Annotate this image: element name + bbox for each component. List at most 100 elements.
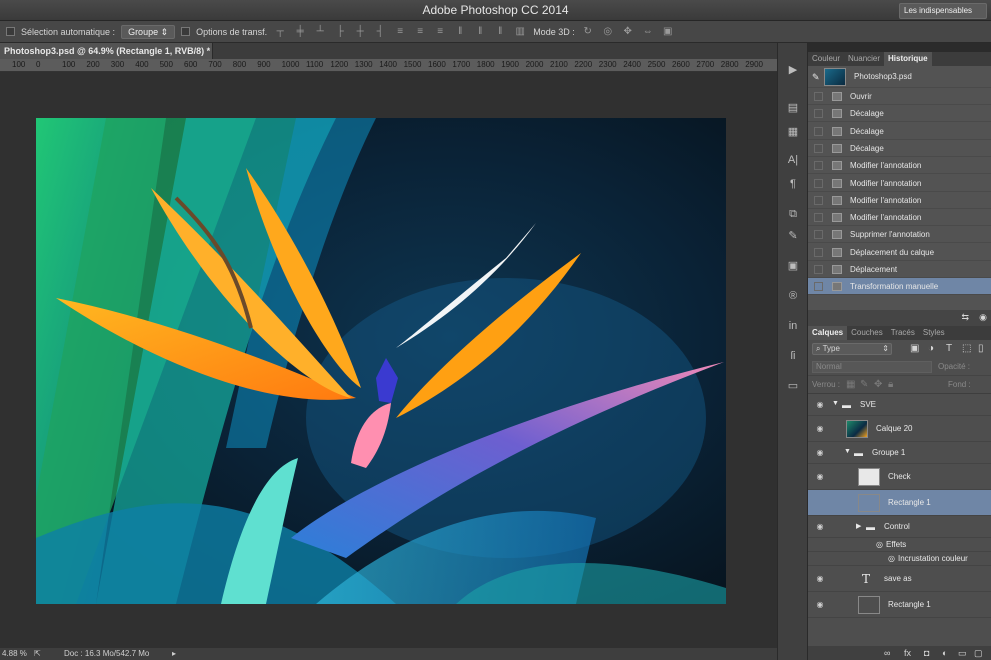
layer-row[interactable]: Rectangle 1 bbox=[808, 490, 991, 516]
scale-3d-icon[interactable]: ▣ bbox=[661, 26, 675, 38]
history-step[interactable]: Décalage bbox=[808, 123, 991, 140]
effect-visibility-icon[interactable]: ◎ bbox=[888, 554, 895, 563]
filter-type-icon[interactable]: T bbox=[946, 343, 952, 354]
filter-smart-icon[interactable]: ▯ bbox=[978, 343, 984, 354]
history-source-checkbox[interactable] bbox=[814, 195, 823, 205]
info-panel-icon[interactable]: ▭ bbox=[785, 379, 801, 393]
lock-transparent-icon[interactable]: ▦ bbox=[846, 379, 855, 390]
auto-align-icon[interactable]: ▥ bbox=[513, 26, 527, 38]
tab-traces[interactable]: Tracés bbox=[887, 326, 919, 340]
adjustment-layer-icon[interactable]: ◐ bbox=[942, 646, 947, 660]
history-step[interactable]: Modifier l'annotation bbox=[808, 192, 991, 209]
drag-3d-icon[interactable]: ✥ bbox=[621, 26, 635, 38]
clone-source-icon[interactable]: ⧉ bbox=[785, 207, 801, 221]
filter-pixel-icon[interactable]: ▣ bbox=[910, 343, 919, 354]
history-source-checkbox[interactable] bbox=[814, 282, 823, 292]
tab-couleur[interactable]: Couleur bbox=[808, 52, 844, 66]
layer-comps-icon[interactable]: ▦ bbox=[785, 125, 801, 139]
tool-presets-icon[interactable]: ✎ bbox=[785, 229, 801, 243]
transform-checkbox[interactable] bbox=[181, 27, 191, 36]
history-snapshot[interactable]: ✎ Photoshop3.psd bbox=[808, 66, 991, 88]
layer-row[interactable]: ◎ Effets bbox=[808, 538, 991, 552]
align-left-icon[interactable]: ├ bbox=[333, 26, 347, 38]
new-layer-icon[interactable]: ▢ bbox=[974, 646, 983, 660]
distribute-bottom-icon[interactable]: ≡ bbox=[433, 26, 447, 38]
slide-3d-icon[interactable]: ⇔ bbox=[641, 26, 655, 38]
auto-select-checkbox[interactable] bbox=[6, 27, 15, 36]
history-source-checkbox[interactable] bbox=[814, 247, 823, 257]
roll-3d-icon[interactable]: ◎ bbox=[601, 26, 615, 38]
history-source-checkbox[interactable] bbox=[814, 230, 823, 240]
character-icon[interactable]: A| bbox=[785, 153, 801, 167]
extension-icon[interactable]: ſi bbox=[785, 349, 801, 363]
adobe-exchange-icon[interactable]: ® bbox=[785, 289, 801, 303]
distribute-hcenter-icon[interactable]: ‖ bbox=[473, 26, 487, 38]
panel-camera-icon[interactable]: ◉ bbox=[979, 312, 987, 323]
distribute-top-icon[interactable]: ≡ bbox=[393, 26, 407, 38]
panel-menu-icon[interactable]: ⇆ bbox=[961, 312, 969, 323]
align-right-icon[interactable]: ┤ bbox=[373, 26, 387, 38]
history-source-checkbox[interactable] bbox=[814, 126, 823, 136]
tab-styles[interactable]: Styles bbox=[919, 326, 949, 340]
layer-row[interactable]: ◉ Check bbox=[808, 464, 991, 490]
align-hcenter-icon[interactable]: ┼ bbox=[353, 26, 367, 38]
share-icon[interactable]: ⇱ bbox=[34, 648, 41, 660]
visibility-eye-icon[interactable]: ◉ bbox=[815, 448, 825, 457]
history-step[interactable]: Décalage bbox=[808, 140, 991, 157]
history-step[interactable]: Ouvrir bbox=[808, 88, 991, 105]
visibility-eye-icon[interactable]: ◉ bbox=[815, 522, 825, 531]
history-step[interactable]: Modifier l'annotation bbox=[808, 175, 991, 192]
history-source-checkbox[interactable] bbox=[814, 109, 823, 119]
visibility-eye-icon[interactable]: ◉ bbox=[815, 424, 825, 433]
history-source-checkbox[interactable] bbox=[814, 213, 823, 223]
filter-shape-icon[interactable]: ⬚ bbox=[962, 343, 971, 354]
layer-row[interactable]: ◉ Rectangle 1 bbox=[808, 592, 991, 618]
auto-select-dropdown[interactable]: Groupe ⇕ bbox=[121, 24, 176, 39]
notes-icon[interactable]: ▤ bbox=[785, 101, 801, 115]
tab-calques[interactable]: Calques bbox=[808, 326, 848, 340]
layer-filter-dropdown[interactable]: ⌕ Type ⇕ bbox=[812, 343, 892, 355]
layer-row[interactable]: ◎ Incrustation couleur bbox=[808, 552, 991, 566]
zoom-level[interactable]: 4.88 % bbox=[2, 648, 27, 660]
layer-row[interactable]: ◉ ▶ ▬ Control bbox=[808, 516, 991, 538]
history-step[interactable]: Déplacement bbox=[808, 261, 991, 278]
history-step[interactable]: Modifier l'annotation bbox=[808, 157, 991, 175]
layer-row[interactable]: ◉ Tsave as bbox=[808, 566, 991, 592]
history-step[interactable]: Décalage bbox=[808, 105, 991, 123]
fx-icon[interactable]: fx bbox=[904, 646, 911, 660]
distribute-left-icon[interactable]: ‖ bbox=[453, 26, 467, 38]
group-expand-arrow-icon[interactable]: ▼ bbox=[832, 400, 839, 407]
properties-icon[interactable]: ▣ bbox=[785, 259, 801, 273]
align-vcenter-icon[interactable]: ╪ bbox=[293, 26, 307, 38]
history-step[interactable]: Supprimer l'annotation bbox=[808, 226, 991, 244]
visibility-eye-icon[interactable]: ◉ bbox=[815, 600, 825, 609]
document-tab[interactable]: Photoshop3.psd @ 64.9% (Rectangle 1, RVB… bbox=[0, 43, 213, 59]
distribute-right-icon[interactable]: ‖ bbox=[493, 26, 507, 38]
horizontal-ruler[interactable]: 100 0 100 200 300 400 500 600 700 800 900 1000 1100 1… bbox=[0, 59, 777, 72]
rotate-3d-icon[interactable]: ↻ bbox=[581, 26, 595, 38]
lock-all-icon[interactable]: 🔒︎ bbox=[888, 379, 893, 390]
lock-move-icon[interactable]: ✥ bbox=[874, 379, 882, 390]
layer-row[interactable]: ◉ ▼ ▬ SVE bbox=[808, 394, 991, 416]
paragraph-icon[interactable]: ¶ bbox=[785, 177, 801, 191]
layer-row[interactable]: ◉ Calque 20 bbox=[808, 416, 991, 442]
tab-historique[interactable]: Historique bbox=[884, 52, 932, 66]
history-source-checkbox[interactable] bbox=[814, 143, 823, 153]
tab-couches[interactable]: Couches bbox=[847, 326, 887, 340]
history-step[interactable]: Déplacement du calque bbox=[808, 244, 991, 261]
lock-paint-icon[interactable]: ✎ bbox=[860, 379, 868, 390]
add-mask-icon[interactable]: ◘ bbox=[924, 646, 929, 660]
play-icon[interactable]: ▶ bbox=[785, 63, 801, 77]
history-source-checkbox[interactable] bbox=[814, 265, 823, 274]
history-step[interactable]: Modifier l'annotation bbox=[808, 209, 991, 227]
new-group-icon[interactable]: ▭ bbox=[958, 646, 967, 660]
visibility-eye-icon[interactable]: ◉ bbox=[815, 574, 825, 583]
history-step[interactable]: Transformation manuelle bbox=[808, 278, 991, 296]
status-arrow-icon[interactable]: ▸ bbox=[172, 648, 176, 660]
visibility-eye-icon[interactable]: ◉ bbox=[815, 472, 825, 481]
blend-mode-dropdown[interactable]: Normal bbox=[812, 361, 932, 373]
canvas-area[interactable] bbox=[0, 72, 777, 648]
align-bottom-icon[interactable]: ┴ bbox=[313, 26, 327, 38]
group-expand-arrow-icon[interactable]: ▼ bbox=[844, 448, 851, 455]
visibility-eye-icon[interactable]: ◉ bbox=[815, 400, 825, 409]
